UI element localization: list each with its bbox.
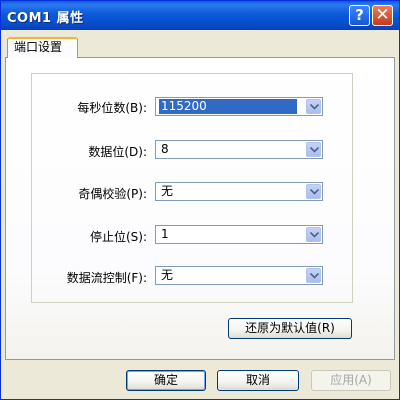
data-bits-label: 数据位(D): bbox=[88, 145, 147, 159]
cancel-button[interactable]: 取消 bbox=[217, 370, 299, 391]
data-bits-select[interactable]: 8 bbox=[155, 140, 323, 159]
stop-bits-value: 1 bbox=[161, 227, 169, 241]
close-button[interactable]: ✕ bbox=[372, 5, 393, 26]
apply-button[interactable]: 应用(A) bbox=[311, 370, 391, 391]
baud-rate-label: 每秒位数(B): bbox=[77, 101, 147, 115]
restore-defaults-button[interactable]: 还原为默认值(R) bbox=[228, 318, 352, 339]
chevron-down-icon bbox=[310, 104, 319, 110]
ok-button[interactable]: 确定 bbox=[126, 370, 206, 391]
dropdown-arrow-button[interactable] bbox=[306, 227, 321, 242]
dropdown-arrow-button[interactable] bbox=[306, 184, 321, 199]
chevron-down-icon bbox=[310, 189, 319, 195]
stop-bits-select[interactable]: 1 bbox=[155, 225, 323, 244]
help-button[interactable]: ? bbox=[349, 5, 370, 26]
parity-value: 无 bbox=[161, 184, 174, 198]
parity-label: 奇偶校验(P): bbox=[78, 187, 147, 201]
parity-select[interactable]: 无 bbox=[155, 182, 323, 201]
baud-rate-select[interactable]: 115200 bbox=[155, 97, 323, 116]
stop-bits-label: 停止位(S): bbox=[89, 230, 147, 244]
title-bar[interactable]: COM1 属性 ? ✕ bbox=[1, 1, 399, 30]
com1-properties-dialog: COM1 属性 ? ✕ 端口设置 每秒位数(B): 115200 数据位(D):… bbox=[0, 0, 400, 400]
close-icon: ✕ bbox=[375, 5, 390, 25]
data-bits-value: 8 bbox=[161, 142, 169, 156]
baud-rate-value: 115200 bbox=[159, 99, 297, 114]
help-icon: ? bbox=[355, 6, 364, 24]
tab-port-settings[interactable]: 端口设置 bbox=[7, 37, 78, 58]
dropdown-arrow-button[interactable] bbox=[306, 99, 321, 114]
chevron-down-icon bbox=[310, 273, 319, 279]
dropdown-arrow-button[interactable] bbox=[306, 268, 321, 283]
flow-control-value: 无 bbox=[161, 268, 174, 282]
chevron-down-icon bbox=[310, 232, 319, 238]
chevron-down-icon bbox=[310, 147, 319, 153]
dropdown-arrow-button[interactable] bbox=[306, 142, 321, 157]
flow-control-label: 数据流控制(F): bbox=[66, 271, 147, 285]
window-title: COM1 属性 bbox=[7, 11, 84, 26]
flow-control-select[interactable]: 无 bbox=[155, 266, 323, 285]
